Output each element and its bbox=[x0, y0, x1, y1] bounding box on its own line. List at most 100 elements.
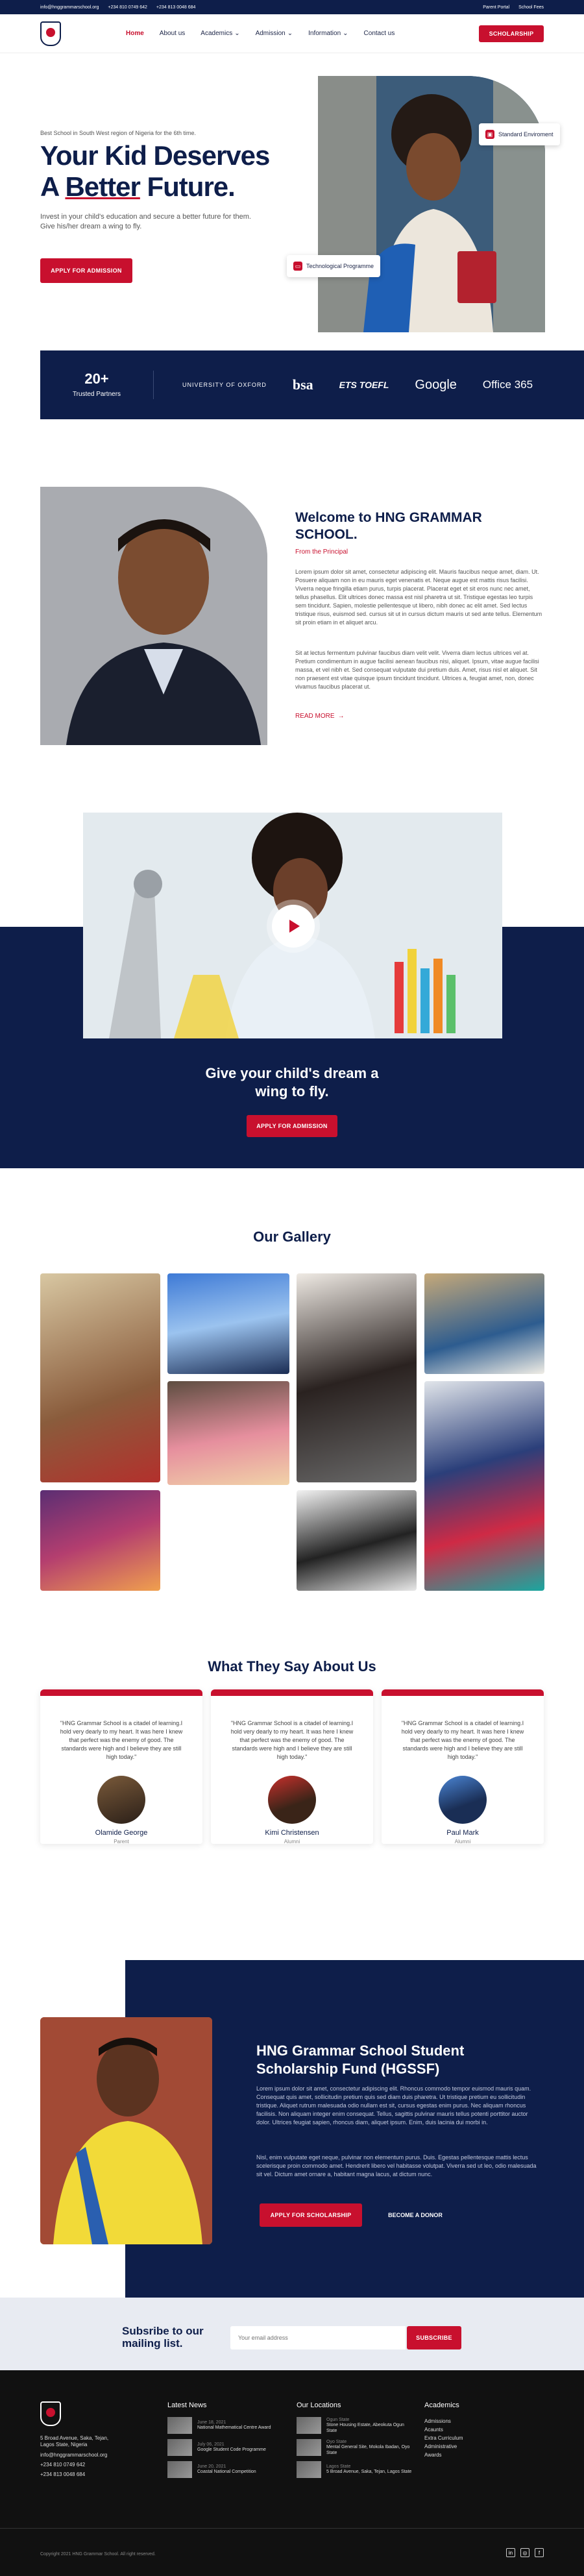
arrow-right-icon: → bbox=[337, 713, 345, 720]
location-thumbnail bbox=[297, 2417, 321, 2434]
nav-item-admission[interactable]: Admission ⌄ bbox=[256, 30, 293, 37]
avatar bbox=[439, 1776, 487, 1824]
footer-news: Latest News June 18, 2021 National Mathem… bbox=[167, 2401, 284, 2483]
footer-news-title: Latest News bbox=[167, 2401, 207, 2409]
topbar-phone-2[interactable]: +234 813 0048 684 bbox=[156, 5, 196, 10]
office365-logo: Office 365 bbox=[482, 378, 533, 391]
welcome-paragraph-2: Sit at lectus fermentum pulvinar faucibu… bbox=[295, 650, 539, 690]
news-item[interactable]: June 20, 2021 Coastal National Competitio… bbox=[167, 2461, 284, 2478]
testimonial-quote: "HNG Grammar School is a citadel of lear… bbox=[230, 1720, 354, 1760]
footer-link[interactable]: Admissions bbox=[424, 2417, 522, 2425]
news-thumbnail bbox=[167, 2461, 192, 2478]
footer-link[interactable]: Acaunts bbox=[424, 2425, 522, 2434]
footer-phone-1[interactable]: +234 810 0749 642 bbox=[40, 2462, 112, 2468]
chevron-down-icon: ⌄ bbox=[343, 30, 348, 37]
subscribe-button[interactable]: SUBSCRIBE bbox=[407, 2326, 461, 2349]
scholarship-paragraph-1: Lorem ipsum dolor sit amet, consectetur … bbox=[256, 2085, 531, 2126]
testimonial-role: Alumni bbox=[454, 1839, 471, 1845]
footer-locations: Our Locations Ogun State Stone Housing Es… bbox=[297, 2401, 413, 2483]
topbar-email[interactable]: info@hnggrammarschool.org bbox=[40, 5, 99, 10]
read-more-link[interactable]: READ MORE → bbox=[295, 713, 345, 720]
topbar-phone-1[interactable]: +234 810 0749 642 bbox=[108, 5, 147, 10]
school-fees-link[interactable]: School Fees bbox=[518, 5, 544, 10]
badge-technological-programme: ▭ Technological Programme bbox=[287, 255, 381, 277]
instagram-icon[interactable]: ◎ bbox=[520, 2548, 529, 2557]
nav-item-information[interactable]: Information ⌄ bbox=[308, 30, 348, 37]
footer-link[interactable]: Extra Curriculum bbox=[424, 2434, 522, 2442]
become-donor-button[interactable]: BECOME A DONOR bbox=[376, 2203, 454, 2227]
footer-link[interactable]: Awards bbox=[424, 2451, 522, 2459]
apply-admission-button-2[interactable]: APPLY FOR ADMISSION bbox=[247, 1115, 337, 1137]
testimonial-card: "HNG Grammar School is a citadel of lear… bbox=[211, 1689, 373, 1845]
gallery-image-jumping-students[interactable] bbox=[167, 1381, 289, 1485]
chevron-down-icon: ⌄ bbox=[287, 30, 293, 37]
gallery-image-computer-lab[interactable] bbox=[297, 1273, 417, 1482]
hero-kicker: Best School in South West region of Nige… bbox=[40, 130, 196, 136]
google-logo: Google bbox=[415, 377, 457, 392]
location-thumbnail bbox=[297, 2461, 321, 2478]
nav-item-contact[interactable]: Contact us bbox=[364, 30, 395, 37]
footer-link[interactable]: Administrative bbox=[424, 2442, 522, 2451]
footer-logo[interactable] bbox=[40, 2401, 61, 2426]
location-item[interactable]: Lagos State 5 Broad Avenue, Saka, Tejan, … bbox=[297, 2461, 413, 2478]
scholarship-paragraph-2: Nisl, enim vulputate eget neque, pulvina… bbox=[256, 2154, 537, 2177]
promo-video[interactable] bbox=[83, 813, 502, 1038]
hero-subtitle: Invest in your child's education and sec… bbox=[40, 213, 251, 230]
footer-phone-2[interactable]: +234 813 0048 684 bbox=[40, 2472, 112, 2477]
parent-portal-link[interactable]: Parent Portal bbox=[483, 5, 509, 10]
building-icon: ▣ bbox=[485, 130, 494, 139]
partner-logos: UNIVERSITY OF OXFORD bsa ETS TOEFL Googl… bbox=[182, 376, 533, 393]
location-item[interactable]: Oyo State Mental General Site, Mokola Iba… bbox=[297, 2439, 413, 2456]
hero-student-image bbox=[318, 76, 545, 332]
gallery-image-celebration[interactable] bbox=[40, 1490, 160, 1591]
newsletter-email-input[interactable] bbox=[230, 2326, 406, 2349]
news-item[interactable]: June 18, 2021 National Mathematical Centr… bbox=[167, 2417, 284, 2434]
gallery-image-classroom[interactable] bbox=[40, 1273, 160, 1482]
avatar bbox=[97, 1776, 145, 1824]
testimonial-name: Olamide George bbox=[95, 1829, 148, 1837]
laptop-icon: ▭ bbox=[293, 262, 302, 271]
linkedin-icon[interactable]: in bbox=[506, 2548, 515, 2557]
top-bar: info@hnggrammarschool.org +234 810 0749 … bbox=[0, 0, 584, 14]
footer-email[interactable]: info@hnggrammarschool.org bbox=[40, 2452, 112, 2458]
footer-divider bbox=[0, 2528, 584, 2529]
testimonial-quote: "HNG Grammar School is a citadel of lear… bbox=[401, 1720, 524, 1760]
chevron-down-icon: ⌄ bbox=[234, 30, 240, 37]
testimonial-quote: "HNG Grammar School is a citadel of lear… bbox=[60, 1720, 183, 1760]
partners-count: 20+ Trusted Partners bbox=[40, 371, 154, 399]
hero-title: Your Kid Deserves A Better Future. bbox=[40, 140, 270, 202]
apply-scholarship-button[interactable]: APPLY FOR SCHOLARSHIP bbox=[260, 2203, 362, 2227]
dream-title: Give your child's dream a wing to fly. bbox=[205, 1065, 379, 1099]
gallery-title: Our Gallery bbox=[253, 1229, 331, 1245]
testimonials-title: What They Say About Us bbox=[208, 1658, 376, 1674]
testimonial-name: Kimi Christensen bbox=[265, 1829, 319, 1837]
news-thumbnail bbox=[167, 2439, 192, 2456]
apply-admission-button[interactable]: APPLY FOR ADMISSION bbox=[40, 258, 132, 283]
avatar bbox=[268, 1776, 316, 1824]
news-item[interactable]: July 06, 2021 Google Student Code Program… bbox=[167, 2439, 284, 2456]
testimonial-role: Alumni bbox=[284, 1839, 300, 1845]
oxford-logo: UNIVERSITY OF OXFORD bbox=[182, 382, 267, 388]
footer-address: 5 Broad Avenue, Saka, Tejan, Lagos State… bbox=[40, 2435, 109, 2447]
location-thumbnail bbox=[297, 2439, 321, 2456]
scholarship-button[interactable]: SCHOLARSHIP bbox=[479, 25, 544, 42]
play-button[interactable] bbox=[272, 905, 315, 948]
nav-item-home[interactable]: Home bbox=[126, 30, 144, 37]
gallery-image-graduates[interactable] bbox=[297, 1490, 417, 1591]
location-item[interactable]: Ogun State Stone Housing Estate, Abeokuta… bbox=[297, 2417, 413, 2434]
bsa-logo: bsa bbox=[292, 376, 313, 393]
newsletter-title: Subsribe to our mailing list. bbox=[122, 2325, 204, 2349]
testimonial-role: Parent bbox=[114, 1839, 129, 1845]
gallery-image-science-lab[interactable] bbox=[424, 1381, 544, 1591]
scholarship-student-image bbox=[40, 2017, 212, 2244]
testimonial-card: "HNG Grammar School is a citadel of lear… bbox=[40, 1689, 202, 1845]
gallery-image-study-group[interactable] bbox=[424, 1273, 544, 1374]
welcome-subtitle: From the Principal bbox=[295, 548, 348, 556]
facebook-icon[interactable]: f bbox=[535, 2548, 544, 2557]
nav-item-academics[interactable]: Academics ⌄ bbox=[201, 30, 239, 37]
principal-image bbox=[40, 487, 267, 745]
nav-item-about[interactable]: About us bbox=[160, 30, 185, 37]
gallery-image-graduation-caps[interactable] bbox=[167, 1273, 289, 1374]
footer-contact: 5 Broad Avenue, Saka, Tejan, Lagos State… bbox=[40, 2401, 112, 2477]
school-logo[interactable] bbox=[40, 21, 61, 46]
